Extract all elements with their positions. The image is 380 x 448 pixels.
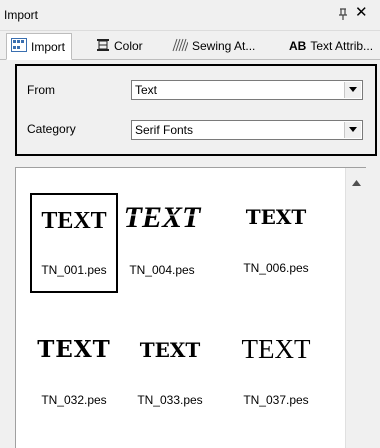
pattern-item-tn-006[interactable]: TEXT TN_006.pes	[232, 193, 320, 293]
pin-icon[interactable]	[336, 7, 350, 21]
pattern-item-tn-004[interactable]: TEXT TN_004.pes	[118, 193, 206, 293]
panel-title: Import	[4, 8, 39, 22]
close-icon[interactable]: ✕	[355, 5, 368, 21]
tab-text-attrib-label: Text Attrib...	[310, 39, 374, 53]
tab-import-label: Import	[31, 39, 66, 54]
color-icon	[96, 38, 110, 55]
pattern-preview: TEXT	[124, 201, 202, 234]
tab-import[interactable]: Import	[6, 33, 73, 60]
vertical-scrollbar[interactable]	[345, 168, 368, 448]
tab-sewing-label: Sewing At...	[192, 39, 256, 53]
svg-text:TEXT: TEXT	[140, 338, 201, 362]
pattern-item-tn-032[interactable]: TEXT TN_032.pes	[30, 327, 118, 427]
category-value: Serif Fonts	[135, 123, 194, 137]
import-source-group: From Text Category Serif Fonts	[15, 64, 377, 156]
tab-strip: Import Color Sewing At... AB Text Attrib…	[0, 31, 380, 60]
svg-text:TEXT: TEXT	[242, 334, 311, 364]
sewing-icon	[172, 38, 189, 55]
svg-text:TEXT: TEXT	[37, 336, 111, 363]
from-dropdown-arrow-icon[interactable]	[344, 82, 361, 98]
pattern-item-tn-033[interactable]: TEXT TN_033.pes	[126, 327, 214, 427]
pattern-preview: TEXT	[242, 334, 311, 364]
pattern-filename: TN_032.pes	[41, 393, 107, 407]
scroll-up-arrow-icon[interactable]	[352, 180, 361, 186]
text-attrib-icon: AB	[289, 39, 307, 53]
tab-text-attributes[interactable]: AB Text Attrib...	[289, 34, 373, 58]
category-dropdown-arrow-icon[interactable]	[344, 122, 361, 138]
from-label: From	[27, 83, 55, 97]
tab-color-label: Color	[114, 39, 143, 53]
pattern-preview: TEXT	[41, 208, 106, 234]
svg-text:TEXT: TEXT	[124, 201, 202, 234]
pattern-filename: TN_006.pes	[243, 261, 309, 275]
svg-text:TEXT: TEXT	[246, 205, 307, 229]
category-label: Category	[27, 122, 76, 136]
from-value: Text	[135, 83, 158, 97]
tab-color[interactable]: Color	[96, 34, 143, 58]
import-icon	[11, 38, 27, 55]
pattern-item-tn-037[interactable]: TEXT TN_037.pes	[232, 327, 320, 427]
pattern-filename: TN_037.pes	[243, 393, 309, 407]
pattern-filename: TN_001.pes	[41, 263, 107, 277]
panel-title-bar: Import ✕	[0, 0, 380, 31]
pattern-filename: TN_033.pes	[137, 393, 203, 407]
pattern-item-tn-001[interactable]: TEXT TN_001.pes	[30, 193, 118, 293]
tab-sewing-attributes[interactable]: Sewing At...	[172, 34, 255, 58]
from-dropdown[interactable]: Text	[131, 80, 363, 100]
panel-edge	[367, 167, 380, 448]
category-dropdown[interactable]: Serif Fonts	[131, 120, 363, 140]
svg-text:TEXT: TEXT	[41, 208, 106, 234]
pattern-preview: TEXT	[37, 336, 111, 363]
pattern-preview: TEXT	[246, 205, 307, 229]
pattern-filename: TN_004.pes	[129, 263, 195, 277]
pattern-preview: TEXT	[140, 338, 201, 362]
